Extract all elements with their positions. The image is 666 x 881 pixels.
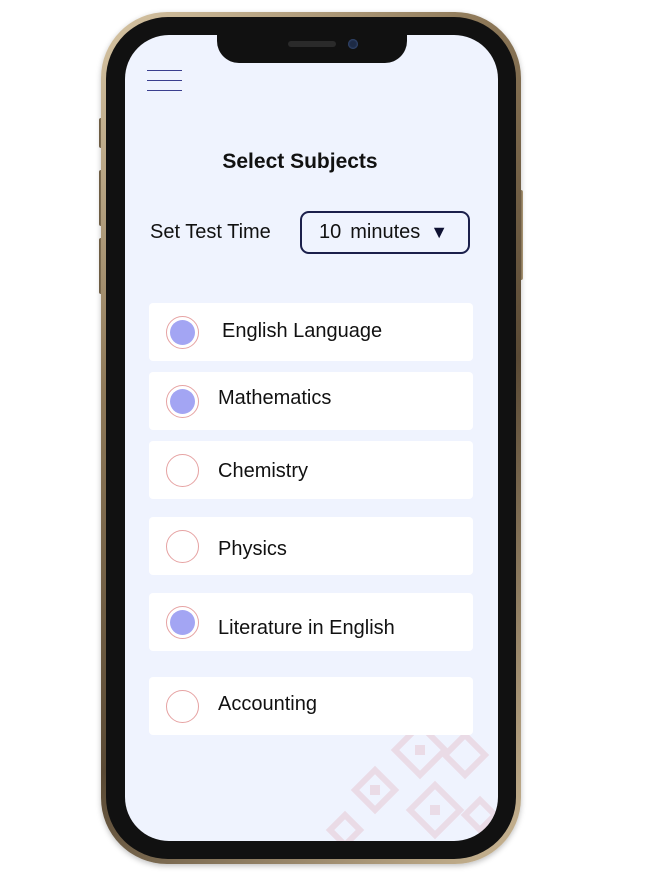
caret-down-icon: ▼	[430, 222, 449, 242]
subject-radio-accounting[interactable]	[166, 690, 199, 723]
subject-label-chemistry: Chemistry	[218, 460, 309, 482]
test-time-value: 10	[319, 221, 342, 243]
page-title: Select Subjects	[222, 150, 378, 173]
menu-line	[147, 80, 182, 81]
test-time-label: Set Test Time	[150, 221, 271, 243]
subject-radio-english-language[interactable]	[166, 316, 199, 349]
phone-speaker	[288, 41, 336, 47]
menu-line	[147, 90, 182, 91]
phone-mockup: Select Subjects Set Test Time 10 minutes…	[0, 0, 666, 881]
subject-label-physics: Physics	[218, 538, 287, 560]
hamburger-menu-icon[interactable]	[147, 68, 183, 94]
subject-label-mathematics: Mathematics	[218, 387, 332, 409]
subject-radio-chemistry[interactable]	[166, 454, 199, 487]
subject-label-accounting: Accounting	[218, 693, 317, 715]
subject-label-literature-in-english: Literature in English	[218, 617, 395, 639]
menu-line	[147, 70, 182, 71]
test-time-dropdown[interactable]: 10 minutes ▼	[300, 211, 470, 254]
subject-label-english-language: English Language	[222, 320, 383, 342]
subject-radio-literature-in-english[interactable]	[166, 606, 199, 639]
subject-radio-physics[interactable]	[166, 530, 199, 563]
test-time-unit: minutes	[350, 221, 421, 243]
subject-radio-mathematics[interactable]	[166, 385, 199, 418]
front-camera	[348, 39, 358, 49]
